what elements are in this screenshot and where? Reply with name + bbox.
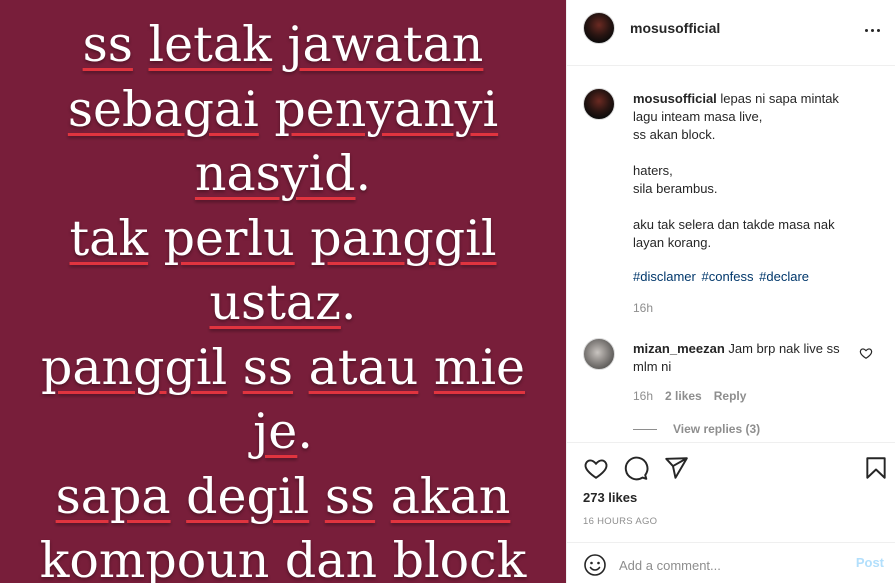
post-header: mosusofficial [567, 0, 895, 66]
caption-time: 16h [633, 301, 654, 315]
underlined-word: ss [242, 338, 294, 396]
plain-text [293, 339, 309, 396]
plain-text [418, 339, 434, 396]
plain-text [309, 468, 325, 525]
caption-username[interactable]: mosusofficial [633, 91, 717, 106]
plain-text: . [297, 403, 313, 460]
underlined-word: je [253, 403, 298, 460]
underlined-word: letak [148, 16, 272, 73]
post-text-line: je. [0, 400, 566, 465]
header-username[interactable]: mosusofficial [630, 20, 720, 36]
underlined-word: sebagai [67, 80, 259, 138]
underlined-word: akan [390, 467, 511, 525]
add-comment-bar: Post [567, 542, 895, 583]
post-comment-button[interactable]: Post [856, 555, 884, 570]
comment-input[interactable] [619, 552, 839, 578]
commenter-avatar[interactable] [583, 338, 615, 370]
actions-bar: 273 likes 16 HOURS AGO [567, 442, 895, 542]
profile-avatar[interactable] [583, 12, 615, 44]
comment-meta: 16h 2 likes Reply [633, 389, 746, 403]
comment-username[interactable]: mizan_meezan [633, 341, 725, 356]
plain-text [227, 339, 243, 396]
underlined-word: nasyid [194, 145, 356, 202]
view-replies-label: View replies (3) [673, 422, 761, 436]
plain-text [148, 210, 164, 267]
share-icon[interactable] [663, 455, 689, 481]
more-options-icon[interactable] [860, 18, 884, 42]
underlined-word: atau [308, 338, 419, 396]
comment-likes[interactable]: 2 likes [665, 389, 702, 403]
underlined-word: jawatan [287, 16, 484, 73]
post-text-line: tak perlu panggil [0, 207, 566, 272]
hashtag-link[interactable]: #declare [759, 269, 809, 284]
emoji-icon[interactable] [583, 553, 607, 577]
post-image-text: ss letak jawatan sebagai penyanyi nasyid. t… [0, 13, 566, 583]
comment-icon[interactable] [623, 455, 649, 481]
comments-section: mosusofficial lepas ni sapa mintak lagu … [567, 66, 895, 442]
post-image[interactable]: ss letak jawatan sebagai penyanyi nasyid. t… [0, 0, 566, 583]
underlined-word: penyanyi [274, 80, 499, 138]
underlined-word: kompoun [39, 532, 270, 583]
post-text-line: sebagai penyanyi [0, 78, 566, 143]
post-text-line: nasyid. [0, 142, 566, 207]
comment-like-icon[interactable] [859, 346, 873, 360]
plain-text: dan block [269, 532, 527, 583]
hashtag-link[interactable]: #confess [701, 269, 753, 284]
caption: mosusofficial lepas ni sapa mintak lagu … [633, 90, 881, 252]
caption-avatar[interactable] [583, 88, 615, 120]
plain-text: . [355, 145, 372, 202]
caption-hashtags: #disclamer #confess #declare [633, 269, 811, 284]
post-text-line: ss letak jawatan [0, 13, 566, 78]
heart-icon[interactable] [583, 455, 609, 481]
replies-divider [633, 428, 657, 430]
caption-text: lepas ni sapa mintak lagu inteam masa li… [633, 91, 839, 250]
post-timestamp: 16 HOURS AGO [583, 516, 658, 527]
plain-text [272, 16, 288, 73]
comment-time: 16h [633, 389, 654, 403]
underlined-word: panggil [310, 209, 497, 267]
underlined-word: tak [69, 209, 149, 267]
underlined-word: mie [433, 338, 526, 396]
hashtag-link[interactable]: #disclamer [633, 269, 696, 284]
bookmark-icon[interactable] [863, 455, 889, 481]
reply-button[interactable]: Reply [714, 389, 747, 403]
post-text-line: panggil ss atau mie [0, 336, 566, 401]
post-text-line: kompoun dan block [0, 529, 566, 583]
post-text-line: sapa degil ss akan [0, 465, 566, 530]
underlined-word: sapa [55, 467, 171, 525]
underlined-word: perlu [163, 209, 295, 267]
underlined-word: ustaz [209, 274, 341, 331]
underlined-word: panggil [40, 338, 228, 396]
plain-text [259, 81, 275, 138]
underlined-word: ss [82, 16, 133, 73]
plain-text [375, 468, 391, 525]
view-replies-button[interactable]: View replies (3) [633, 422, 760, 436]
underlined-word: ss [324, 467, 376, 525]
plain-text [295, 210, 311, 267]
plain-text [171, 468, 187, 525]
post-text-line: ustaz. [0, 271, 566, 336]
underlined-word: degil [186, 467, 310, 525]
likes-count[interactable]: 273 likes [583, 490, 637, 505]
comment: mizan_meezan Jam brp nak live ss mlm ni [633, 340, 858, 376]
post-sidebar: mosusofficial mosusofficial lepas ni sap… [566, 0, 895, 583]
plain-text: . [340, 274, 357, 331]
plain-text [133, 16, 149, 73]
